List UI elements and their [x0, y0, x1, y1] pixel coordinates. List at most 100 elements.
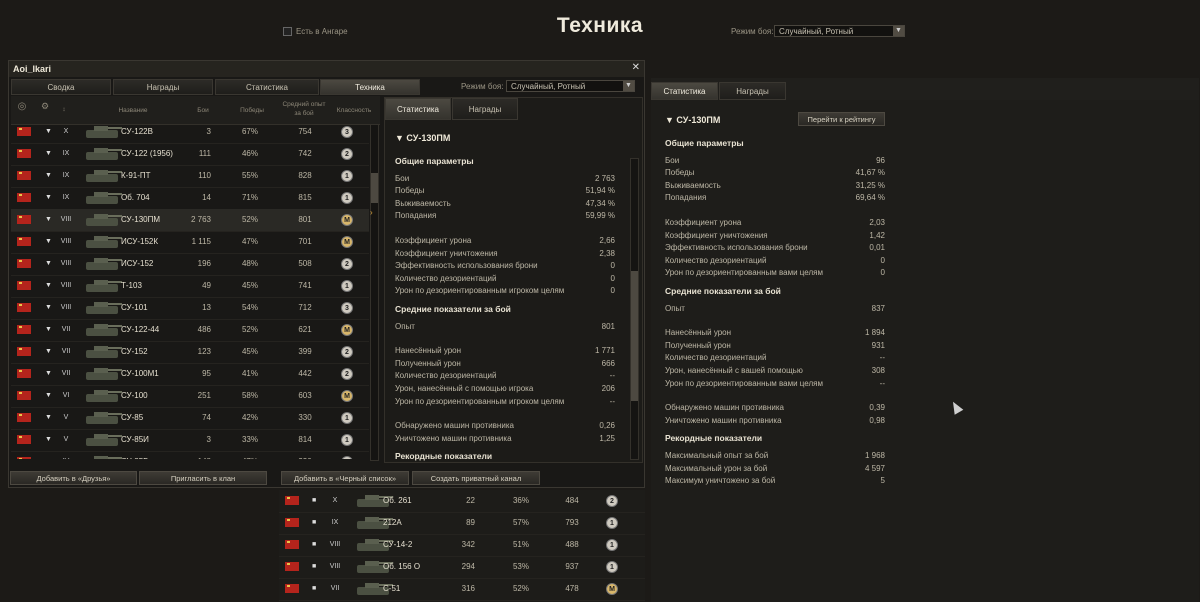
table-row[interactable]: ▼ VIII СУ-130ПМ 2 763 52% 801 M: [11, 209, 369, 232]
stat-value: 41,67 %: [855, 168, 885, 178]
vehicle-name: СУ-130ПМ: [121, 215, 161, 224]
mastery-badge-icon: 1: [606, 561, 618, 573]
vehicle-table-scrollbar[interactable]: [370, 124, 379, 461]
ussr-flag-icon: [17, 413, 31, 422]
tier-label: IX: [62, 194, 70, 201]
battles-value: 89: [466, 518, 475, 527]
ussr-flag-icon: [17, 259, 31, 268]
vehicle-name: СУ-100: [121, 391, 148, 400]
battle-mode-select[interactable]: Случайный, Ротный ▼: [774, 25, 905, 37]
stat-row: Урон по дезориентированным вами целям 0: [665, 267, 885, 279]
window-battle-mode-select[interactable]: Случайный, Ротный ▼: [506, 80, 635, 92]
stat-value: 31,25 %: [855, 180, 885, 190]
tab-summary[interactable]: Сводка: [11, 79, 111, 95]
tank-image: [82, 365, 122, 382]
table-row[interactable]: ▼ V СУ-85 74 42% 330 1: [11, 407, 369, 430]
table-row[interactable]: ▼ VI СУ-100 251 58% 603 M: [11, 385, 369, 408]
tank-image: [82, 343, 122, 360]
table-row[interactable]: ■ VIII СУ-14-2 342 51% 488 1: [279, 534, 645, 557]
table-row[interactable]: ■ IX 212А 89 57% 793 1: [279, 512, 645, 535]
stat-row: Полученный урон 666: [395, 358, 615, 370]
table-row[interactable]: ■ VII С-51 316 52% 478 M: [279, 578, 645, 601]
tab-statistics[interactable]: Статистика: [215, 79, 319, 95]
col-mastery[interactable]: Классность: [329, 96, 379, 124]
col-avg-xp[interactable]: Средний опыт за бой: [279, 96, 329, 124]
ussr-flag-icon: [17, 281, 31, 290]
private-channel-button[interactable]: Создать приватный канал: [412, 471, 540, 485]
vehicle-name: СУ-85И: [121, 435, 149, 444]
battles-value: 14: [202, 193, 211, 202]
stat-row: Количество дезориентаций --: [665, 352, 885, 364]
col-wins[interactable]: Победы: [225, 96, 279, 124]
invite-clan-button[interactable]: Пригласить в клан: [139, 471, 267, 485]
table-row[interactable]: ▼ V СУ-85И 3 33% 814 1: [11, 429, 369, 452]
window-battle-mode-label: Режим боя:: [461, 82, 504, 91]
table-row[interactable]: ▼ IX К-91-ПТ 110 55% 828 1: [11, 165, 369, 188]
col-battles[interactable]: Бои: [181, 96, 225, 124]
stat-row: Выживаемость 31,25 %: [665, 180, 885, 192]
tank-image: [82, 189, 122, 206]
avg-xp-value: 828: [298, 171, 312, 180]
table-row[interactable]: ■ VIII Об. 156 О 294 53% 937 1: [279, 556, 645, 579]
chevron-down-icon: ▼: [623, 81, 634, 91]
scrollbar-thumb[interactable]: [371, 173, 378, 203]
inner-stats-scrollbar[interactable]: [630, 158, 639, 460]
tier-label: V: [63, 436, 69, 443]
table-row[interactable]: ▼ IV СУ-85Б 148 47% 330 2: [11, 451, 369, 459]
tier-label: VII: [61, 348, 71, 355]
close-icon[interactable]: ✕: [632, 62, 640, 73]
stat-label: Количество дезориентаций: [395, 371, 497, 381]
hangar-checkbox-label: Есть в Ангаре: [296, 27, 348, 36]
section-title: Средние показатели за бой: [395, 304, 511, 314]
stat-label: Попадания: [395, 211, 437, 221]
inner-scrollbar-thumb[interactable]: [631, 271, 638, 401]
wins-value: 41%: [241, 369, 258, 378]
table-row[interactable]: ▼ VII СУ-152 123 45% 399 2: [11, 341, 369, 364]
table-row[interactable]: ■ X Об. 261 22 36% 484 2: [279, 490, 645, 513]
tab-inner-statistics[interactable]: Статистика: [385, 98, 451, 120]
tab-vehicles[interactable]: Техника: [320, 79, 420, 95]
col-name[interactable]: Название: [85, 96, 181, 124]
tier-sort-icon[interactable]: ↕: [57, 96, 71, 124]
section-title: Общие параметры: [665, 138, 744, 148]
table-row[interactable]: ▼ IX Об. 704 14 71% 815 1: [11, 187, 369, 210]
table-row[interactable]: ▼ VIII СУ-101 13 54% 712 3: [11, 297, 369, 320]
table-row[interactable]: ▼ VII СУ-122-44 486 52% 621 M: [11, 319, 369, 342]
table-row[interactable]: ▼ IX СУ-122 (1956) 111 46% 742 2: [11, 143, 369, 166]
stat-row: Обнаружено машин противника 0,39: [665, 402, 885, 414]
stat-row: Коэффициент уничтожения 2,38: [395, 248, 615, 260]
wins-value: 52%: [241, 325, 258, 334]
vehicle-table: ▼ X СУ-122В 3 67% 754 3 ▼ IX СУ-122 (1956) 111 46% 7…: [11, 121, 369, 459]
vehicle-name: Об. 704: [121, 193, 150, 202]
stat-row: Урон, нанесённый с вашей помощью 308: [665, 365, 885, 377]
stat-value: 0: [610, 273, 615, 283]
mastery-badge-icon: 2: [341, 346, 353, 358]
mastery-badge-icon: 2: [341, 148, 353, 160]
stat-row: Попадания 59,99 %: [395, 210, 615, 222]
add-friend-button[interactable]: Добавить в «Друзья»: [10, 471, 137, 485]
mastery-badge-icon: 3: [341, 126, 353, 138]
stat-value: 2,03: [869, 218, 885, 227]
nation-filter-icon[interactable]: ◎: [13, 96, 31, 124]
tab-right-awards[interactable]: Награды: [719, 82, 786, 100]
tier-label: VI: [62, 392, 70, 399]
tab-right-statistics[interactable]: Статистика: [651, 82, 718, 100]
table-row[interactable]: ▼ VIII ИСУ-152К 1 115 47% 701 M: [11, 231, 369, 254]
wins-value: 58%: [241, 391, 258, 400]
td-icon: ■: [312, 519, 317, 526]
hangar-checkbox[interactable]: [283, 27, 292, 37]
tab-awards[interactable]: Награды: [113, 79, 213, 95]
table-row[interactable]: ▼ VII СУ-100М1 95 41% 442 2: [11, 363, 369, 386]
table-row[interactable]: ▼ VIII ИСУ-152 196 48% 508 2: [11, 253, 369, 276]
table-row[interactable]: ▼ X СУ-122В 3 67% 754 3: [11, 121, 369, 144]
blacklist-button[interactable]: Добавить в «Черный список»: [281, 471, 409, 485]
ussr-flag-icon: [17, 215, 31, 224]
vehicle-name: СУ-152: [121, 347, 148, 356]
chevron-down-icon: ▼: [893, 26, 904, 36]
tab-inner-awards[interactable]: Награды: [452, 98, 518, 120]
stat-label: Коэффициент уничтожения: [395, 248, 498, 258]
type-filter-icon[interactable]: ⚙: [35, 96, 55, 124]
table-row[interactable]: ▼ VIII Т-103 49 45% 741 1: [11, 275, 369, 298]
rating-button[interactable]: Перейти к рейтингу: [798, 112, 885, 126]
hangar-filter[interactable]: Есть в Ангаре: [283, 27, 348, 37]
